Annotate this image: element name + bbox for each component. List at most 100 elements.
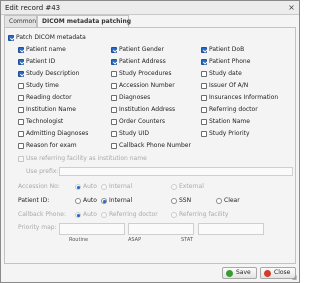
patient-id-auto-label: Auto <box>83 197 97 204</box>
patch-dicom-label: Patch DICOM metadata <box>16 34 86 41</box>
priority-asap-caption: ASAP <box>128 237 142 243</box>
referring-doctor-label: Referring doctor <box>209 106 258 113</box>
study-description-checkbox[interactable] <box>18 71 24 77</box>
reason-for-exam-label: Reason for exam <box>26 142 77 149</box>
priority-routine-caption: Routine <box>69 237 89 243</box>
callback-referring-doctor-radio[interactable] <box>101 212 107 218</box>
priority-stat-caption: STAT <box>181 237 193 243</box>
callback-phone-number-checkbox[interactable] <box>111 143 117 149</box>
patient-id-clear-label: Clear <box>224 197 240 204</box>
study-time-label: Study time <box>26 82 59 89</box>
resize-grip-icon[interactable]: ◢ <box>292 275 298 281</box>
callback-auto-radio[interactable] <box>75 212 81 218</box>
callback-phone-number-label: Callback Phone Number <box>119 142 191 149</box>
study-procedures-label: Study Procedures <box>119 70 172 77</box>
station-name-label: Station Name <box>209 118 250 125</box>
use-prefix-input[interactable] <box>59 167 293 176</box>
patient-id-checkbox[interactable] <box>18 59 24 65</box>
order-counters-label: Order Counters <box>119 118 166 125</box>
patient-dob-label: Patient DoB <box>209 46 245 53</box>
study-date-checkbox[interactable] <box>201 71 207 77</box>
study-uid-checkbox[interactable] <box>111 131 117 137</box>
callback-referring-facility-label: Referring facility <box>179 211 229 218</box>
issuer-of-a-n-checkbox[interactable] <box>201 83 207 89</box>
accession-internal-label: Internal <box>109 183 133 190</box>
save-button[interactable]: Save <box>222 267 257 279</box>
institution-address-label: Institution Address <box>119 106 176 113</box>
accession-auto-label: Auto <box>83 183 97 190</box>
station-name-checkbox[interactable] <box>201 119 207 125</box>
diagnoses-checkbox[interactable] <box>111 95 117 101</box>
save-button-label: Save <box>236 269 251 276</box>
study-date-label: Study date <box>209 70 242 77</box>
study-description-label: Study Description <box>26 70 80 77</box>
order-counters-checkbox[interactable] <box>111 119 117 125</box>
technologist-label: Technologist <box>26 118 64 125</box>
accession-external-radio[interactable] <box>171 184 177 190</box>
patient-address-label: Patient Address <box>119 58 166 65</box>
edit-record-dialog: Edit record #43 × Common DICOM metadata … <box>0 0 300 283</box>
patient-id-clear-radio[interactable] <box>216 198 222 204</box>
institution-name-checkbox[interactable] <box>18 107 24 113</box>
patient-gender-label: Patient Gender <box>119 46 164 53</box>
use-prefix-label: Use prefix: <box>26 168 59 175</box>
study-time-checkbox[interactable] <box>18 83 24 89</box>
patient-id-ssn-label: SSN <box>179 197 192 204</box>
priority-asap-input[interactable] <box>128 223 194 235</box>
institution-name-label: Institution Name <box>26 106 76 113</box>
diagnoses-label: Diagnoses <box>119 94 151 101</box>
accession-internal-radio[interactable] <box>101 184 107 190</box>
patient-id-ssn-radio[interactable] <box>171 198 177 204</box>
patch-dicom-checkbox[interactable] <box>8 35 14 41</box>
tab-common[interactable]: Common <box>4 15 37 27</box>
admitting-diagnoses-checkbox[interactable] <box>18 131 24 137</box>
save-icon <box>226 270 233 277</box>
title-bar[interactable]: Edit record #43 × <box>1 1 299 15</box>
callback-auto-label: Auto <box>83 211 97 218</box>
accession-auto-radio[interactable] <box>75 184 81 190</box>
accession-no-label: Accession No: <box>18 183 60 190</box>
patient-name-label: Patient name <box>26 46 66 53</box>
admitting-diagnoses-label: Admitting Diagnoses <box>26 130 89 137</box>
priority-map-label: Priority map: <box>18 224 57 231</box>
issuer-of-a-n-label: Issuer Of A/N <box>209 82 249 89</box>
reading-doctor-checkbox[interactable] <box>18 95 24 101</box>
study-priority-label: Study Priority <box>209 130 250 137</box>
patient-id-label: Patient ID: <box>18 197 50 204</box>
callback-referring-facility-radio[interactable] <box>171 212 177 218</box>
patient-address-checkbox[interactable] <box>111 59 117 65</box>
study-priority-checkbox[interactable] <box>201 131 207 137</box>
dialog-title: Edit record #43 <box>5 4 61 12</box>
referring-doctor-checkbox[interactable] <box>201 107 207 113</box>
accession-external-label: External <box>179 183 204 190</box>
patient-phone-label: Patient Phone <box>209 58 251 65</box>
callback-phone-label: Callback Phone: <box>18 211 66 218</box>
patient-name-checkbox[interactable] <box>18 47 24 53</box>
accession-number-label: Accession Number <box>119 82 175 89</box>
insurances-information-checkbox[interactable] <box>201 95 207 101</box>
patient-id-label: Patient ID <box>26 58 56 65</box>
use-referring-facility-checkbox[interactable] <box>18 156 24 162</box>
close-button-label: Close <box>274 269 291 276</box>
study-uid-label: Study UID <box>119 130 150 137</box>
close-button[interactable]: Close <box>260 267 296 279</box>
close-icon <box>264 270 271 277</box>
priority-stat-input[interactable] <box>198 223 264 235</box>
institution-address-checkbox[interactable] <box>111 107 117 113</box>
study-procedures-checkbox[interactable] <box>111 71 117 77</box>
patient-id-internal-label: Internal <box>109 197 133 204</box>
dicom-patching-panel: Patch DICOM metadata Patient name Patient… <box>4 27 296 264</box>
patient-id-auto-radio[interactable] <box>75 198 81 204</box>
reason-for-exam-checkbox[interactable] <box>18 143 24 149</box>
priority-routine-input[interactable] <box>59 223 125 235</box>
use-referring-facility-label: Use referring facility as institution na… <box>26 155 147 162</box>
insurances-information-label: Insurances Information <box>209 94 279 101</box>
patient-gender-checkbox[interactable] <box>111 47 117 53</box>
patient-phone-checkbox[interactable] <box>201 59 207 65</box>
patient-dob-checkbox[interactable] <box>201 47 207 53</box>
accession-number-checkbox[interactable] <box>111 83 117 89</box>
reading-doctor-label: Reading doctor <box>26 94 72 101</box>
patient-id-internal-radio[interactable] <box>101 198 107 204</box>
close-icon[interactable]: × <box>287 3 296 12</box>
technologist-checkbox[interactable] <box>18 119 24 125</box>
